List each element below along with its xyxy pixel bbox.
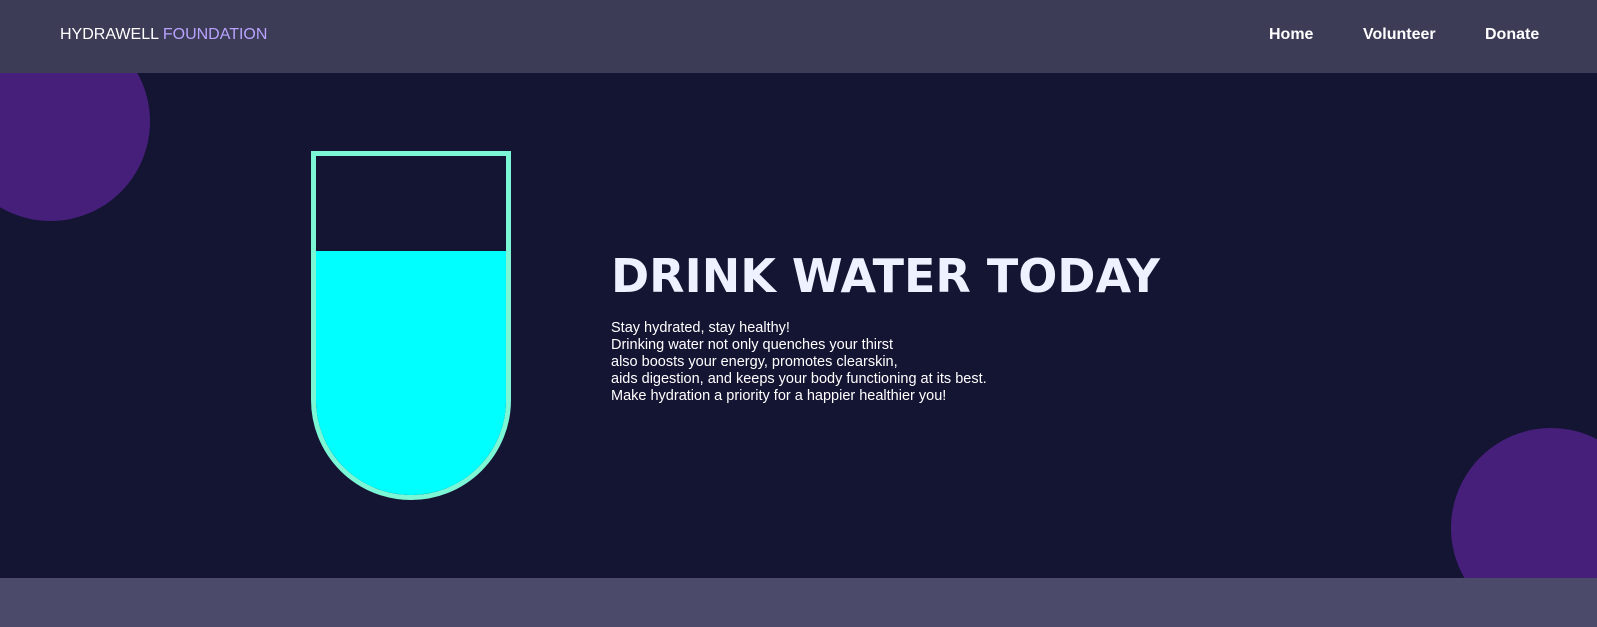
- decorative-circle-bottom-right: [1451, 428, 1597, 578]
- brand-logo[interactable]: HYDRAWELL FOUNDATION: [60, 26, 267, 44]
- nav-volunteer-link[interactable]: Volunteer: [1363, 26, 1436, 44]
- brand-accent: FOUNDATION: [162, 26, 268, 43]
- hero-line: Stay hydrated, stay healthy!: [611, 320, 790, 336]
- brand-name: HYDRAWELL: [60, 26, 159, 43]
- hero-section: DRINK WATER TODAY Stay hydrated, stay he…: [0, 73, 1597, 578]
- nav-donate-link[interactable]: Donate: [1485, 26, 1539, 44]
- hero-line: Drinking water not only quenches your th…: [611, 337, 894, 353]
- decorative-circle-top-left: [0, 73, 150, 221]
- hero-title: DRINK WATER TODAY: [611, 249, 1160, 303]
- water-fill: [316, 250, 506, 495]
- top-navbar: HYDRAWELL FOUNDATION Home Volunteer Dona…: [0, 0, 1597, 73]
- footer-band: [0, 578, 1597, 627]
- water-glass-illustration: [311, 151, 511, 500]
- nav-home-link[interactable]: Home: [1269, 26, 1313, 44]
- hero-line: Make hydration a priority for a happier …: [611, 388, 947, 404]
- hero-line: aids digestion, and keeps your body func…: [611, 371, 987, 387]
- hero-description: Stay hydrated, stay healthy! Drinking wa…: [611, 320, 987, 405]
- hero-line: also boosts your energy, promotes clears…: [611, 354, 898, 370]
